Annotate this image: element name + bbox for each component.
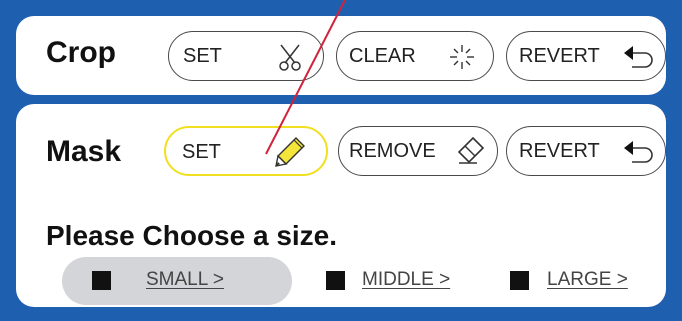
size-prompt: Please Choose a size.	[46, 220, 338, 251]
crop-title: Crop	[46, 36, 116, 69]
crop-clear-button[interactable]: CLEAR	[336, 31, 494, 81]
mask-revert-button[interactable]: REVERT	[506, 126, 666, 176]
undo-arrow-icon	[623, 42, 657, 77]
crop-set-button[interactable]: SET	[168, 31, 324, 81]
crop-set-label: SET	[183, 45, 222, 67]
size-swatch	[326, 271, 345, 290]
size-label-small: SMALL >	[146, 269, 224, 290]
size-swatch	[510, 271, 529, 290]
size-option-small[interactable]: SMALL >	[62, 257, 292, 305]
size-option-middle[interactable]: MIDDLE >	[316, 257, 486, 305]
undo-arrow-icon	[623, 137, 657, 172]
mask-remove-label: REMOVE	[349, 140, 436, 162]
crop-clear-label: CLEAR	[349, 45, 416, 67]
sparkle-icon	[447, 42, 477, 77]
mask-set-button[interactable]: SET	[164, 126, 328, 176]
mask-panel: Mask SET REMOVE REVERT Please Choose a s…	[16, 104, 666, 307]
scissors-icon	[275, 42, 305, 77]
mask-title: Mask	[46, 135, 122, 168]
mask-set-label: SET	[182, 141, 221, 163]
pencil-icon	[274, 136, 306, 173]
mask-remove-button[interactable]: REMOVE	[338, 126, 498, 176]
crop-panel: Crop SET CLEAR REVERT	[16, 16, 666, 95]
size-option-large[interactable]: LARGE >	[504, 257, 664, 305]
size-label-middle: MIDDLE >	[362, 269, 451, 290]
crop-revert-button[interactable]: REVERT	[506, 31, 666, 81]
crop-revert-label: REVERT	[519, 45, 600, 67]
size-label-large: LARGE >	[547, 269, 628, 290]
mask-revert-label: REVERT	[519, 140, 600, 162]
size-swatch	[92, 271, 111, 290]
eraser-icon	[455, 136, 487, 171]
